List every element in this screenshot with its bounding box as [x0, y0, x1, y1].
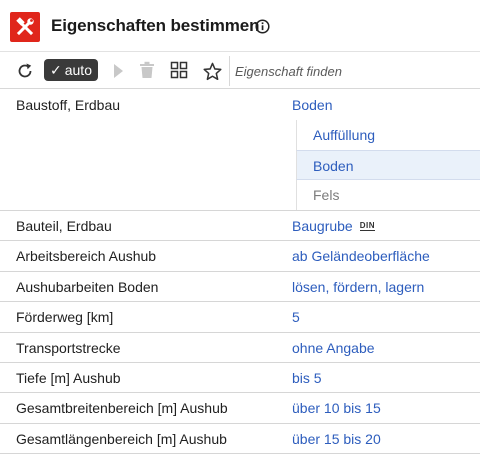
property-label: Förderweg [km] — [16, 309, 114, 325]
din-badge: DIN — [359, 221, 375, 231]
refresh-icon[interactable] — [14, 60, 36, 82]
play-icon[interactable] — [108, 61, 128, 81]
table-row: Förderweg [km] 5 — [0, 302, 480, 333]
property-label: Aushubarbeiten Boden — [16, 279, 159, 295]
info-icon[interactable] — [255, 19, 270, 34]
property-value-text[interactable]: Boden — [292, 97, 332, 113]
table-row: Baustoff, Erdbau Boden Auffüllung Boden … — [0, 90, 480, 211]
toolbar: ✓ auto — [0, 52, 480, 89]
table-row: Bauteil, Erdbau Baugrube DIN — [0, 211, 480, 241]
table-row: Tiefe [m] Aushub bis 5 — [0, 363, 480, 393]
property-label: Bauteil, Erdbau — [16, 218, 112, 234]
value-options-list: Auffüllung Boden Fels — [296, 120, 480, 210]
property-value[interactable]: bis 5 — [292, 370, 322, 386]
option-item-disabled: Fels — [296, 180, 480, 210]
hammer-wrench-icon — [10, 12, 40, 42]
property-label: Transportstrecke — [16, 340, 121, 356]
properties-table: Baustoff, Erdbau Boden Auffüllung Boden … — [0, 90, 480, 454]
property-label: Tiefe [m] Aushub — [16, 370, 121, 386]
table-row: Gesamtlängenbereich [m] Aushub über 15 b… — [0, 424, 480, 454]
grid-icon[interactable] — [169, 60, 189, 80]
option-item-selected[interactable]: Boden — [296, 150, 480, 180]
property-label: Arbeitsbereich Aushub — [16, 248, 157, 264]
property-value[interactable]: Baugrube DIN — [292, 218, 375, 234]
search-box — [229, 56, 480, 86]
trash-icon[interactable] — [137, 60, 157, 80]
property-label: Gesamtbreitenbereich [m] Aushub — [16, 400, 228, 416]
property-value-text[interactable]: Baugrube — [292, 218, 353, 234]
property-value[interactable]: über 10 bis 15 — [292, 400, 381, 416]
table-row: Aushubarbeiten Boden lösen, fördern, lag… — [0, 272, 480, 302]
property-value[interactable]: 5 — [292, 309, 300, 325]
property-label: Baustoff, Erdbau — [16, 97, 121, 113]
table-row: Arbeitsbereich Aushub ab Geländeoberfläc… — [0, 241, 480, 272]
table-row: Gesamtbreitenbereich [m] Aushub über 10 … — [0, 393, 480, 424]
property-value[interactable]: über 15 bis 20 — [292, 431, 381, 447]
header: Eigenschaften bestimmen — [0, 0, 480, 52]
table-row: Transportstrecke ohne Angabe — [0, 333, 480, 363]
star-icon[interactable] — [201, 60, 223, 82]
auto-toggle-button[interactable]: ✓ auto — [44, 59, 98, 81]
search-input[interactable] — [235, 63, 475, 79]
property-value[interactable]: Boden — [292, 97, 332, 113]
property-label: Gesamtlängenbereich [m] Aushub — [16, 431, 227, 447]
page-title: Eigenschaften bestimmen — [51, 16, 260, 35]
property-value[interactable]: lösen, fördern, lagern — [292, 279, 424, 295]
property-value[interactable]: ab Geländeoberfläche — [292, 248, 430, 264]
auto-label: auto — [64, 62, 92, 78]
checkmark-icon: ✓ — [50, 61, 62, 78]
property-value[interactable]: ohne Angabe — [292, 340, 375, 356]
option-item[interactable]: Auffüllung — [296, 120, 480, 150]
